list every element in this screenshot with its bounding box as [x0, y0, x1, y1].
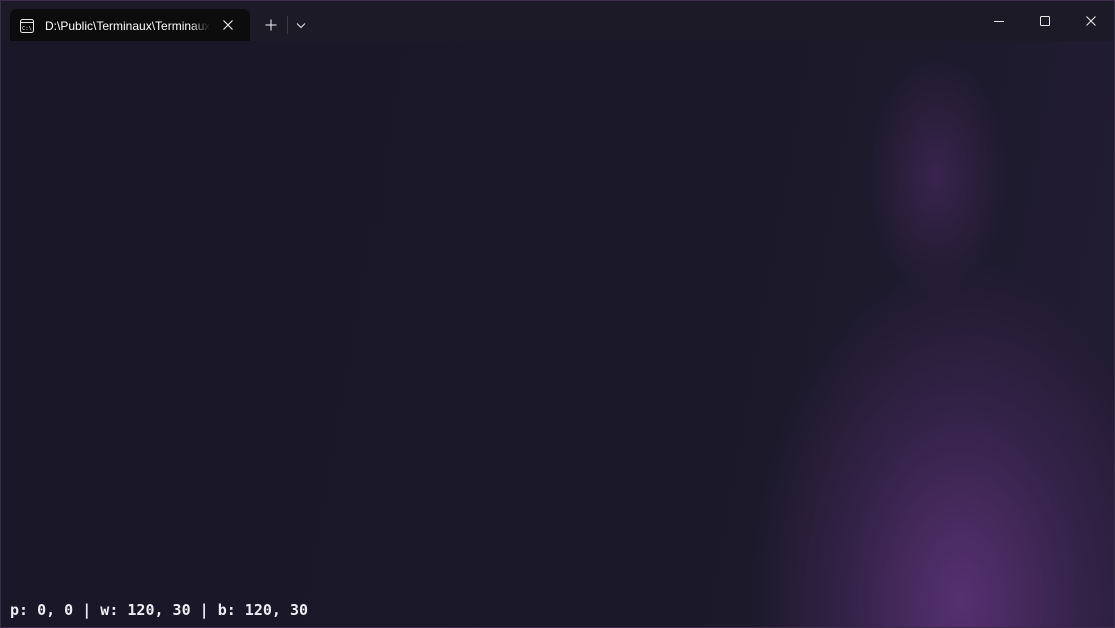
svg-text:C:\: C:\ — [22, 26, 32, 32]
maximize-icon — [1040, 16, 1050, 26]
tab-terminaux[interactable]: C:\ D:\Public\Terminaux\Terminaux — [10, 9, 250, 42]
close-icon — [1086, 16, 1096, 26]
chevron-down-icon — [296, 23, 306, 29]
minimize-icon — [994, 21, 1004, 22]
tab-separator — [287, 16, 288, 34]
maximize-button[interactable] — [1022, 1, 1068, 41]
plus-icon — [265, 19, 277, 31]
terminal-icon: C:\ — [20, 18, 34, 33]
minimize-button[interactable] — [976, 1, 1022, 41]
title-bar[interactable]: C:\ D:\Public\Terminaux\Terminaux — [1, 1, 1114, 42]
cursor-status-line: p: 0, 0 | w: 120, 30 | b: 120, 30 — [10, 601, 309, 619]
terminal-window: C:\ D:\Public\Terminaux\Terminaux p: 0, … — [0, 0, 1115, 628]
new-tab-button[interactable] — [260, 14, 282, 36]
tab-dropdown-button[interactable] — [291, 15, 311, 35]
terminal-output-area[interactable] — [1, 41, 1114, 627]
close-button[interactable] — [1068, 1, 1114, 41]
tab-title: D:\Public\Terminaux\Terminaux — [45, 19, 210, 33]
close-tab-icon[interactable] — [220, 17, 236, 33]
